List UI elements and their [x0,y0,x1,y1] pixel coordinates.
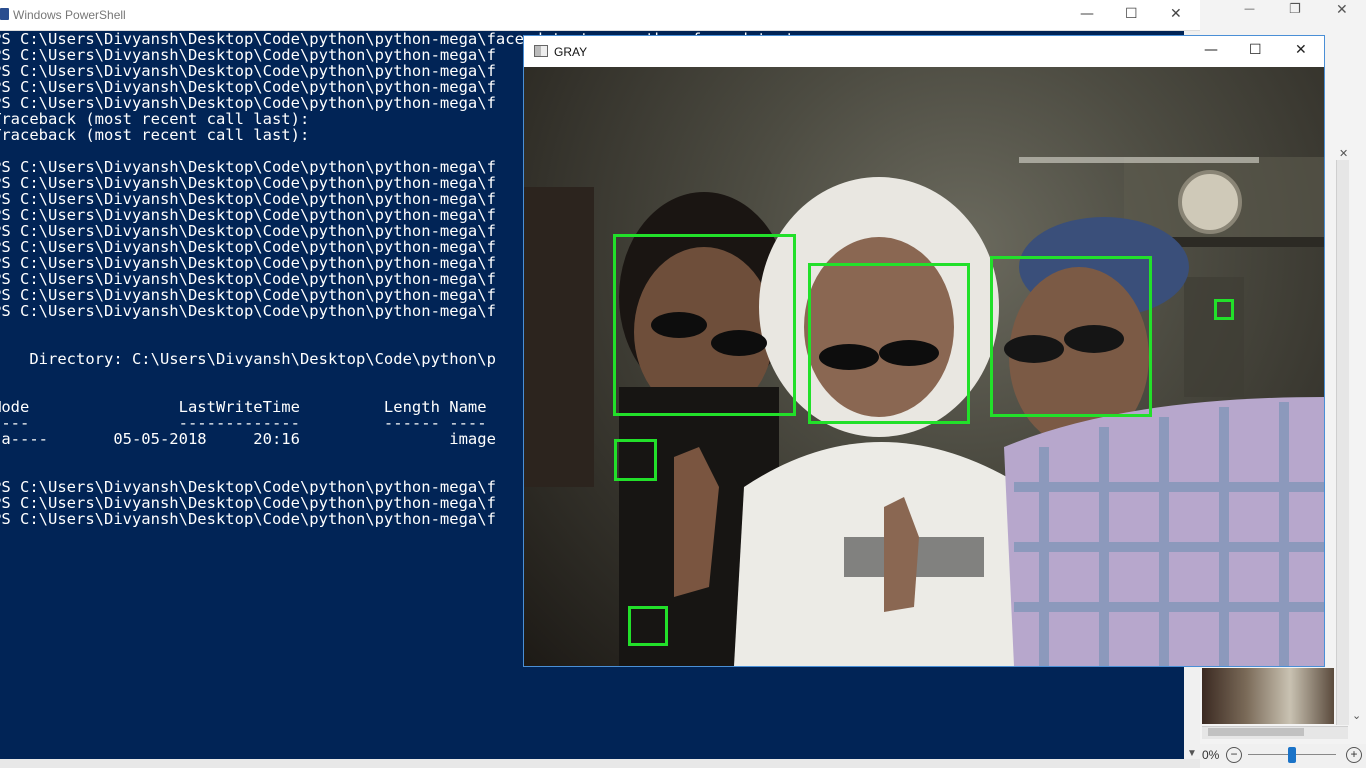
close-icon[interactable]: ✕ [1170,6,1182,22]
terminal-line: -a---- 05-05-2018 20:16 image [0,430,496,448]
terminal-line: PS C:\Users\Divyansh\Desktop\Code\python… [0,46,496,64]
powershell-icon [0,8,9,20]
terminal-line: Directory: C:\Users\Divyansh\Desktop\Cod… [0,350,496,368]
face-detection-box [613,234,796,416]
terminal-line: PS C:\Users\Divyansh\Desktop\Code\python… [0,510,496,528]
maximize-icon[interactable]: ☐ [1125,6,1138,22]
terminal-line: PS C:\Users\Divyansh\Desktop\Code\python… [0,222,496,240]
terminal-line: PS C:\Users\Divyansh\Desktop\Code\python… [0,174,496,192]
terminal-line: PS C:\Users\Divyansh\Desktop\Code\python… [0,78,496,96]
background-image-preview [1202,668,1334,724]
maximize-icon[interactable]: ☐ [1249,42,1262,58]
terminal-line: PS C:\Users\Divyansh\Desktop\Code\python… [0,190,496,208]
face-detection-box [1214,299,1234,320]
panel-close-icon[interactable]: ✕ [1339,147,1348,160]
terminal-line: PS C:\Users\Divyansh\Desktop\Code\python… [0,158,496,176]
window-icon [534,45,548,57]
terminal-line: PS C:\Users\Divyansh\Desktop\Code\python… [0,206,496,224]
zoom-out-icon[interactable]: − [1226,747,1242,763]
face-detection-box [614,439,657,481]
terminal-line: PS C:\Users\Divyansh\Desktop\Code\python… [0,270,496,288]
zoom-slider-knob[interactable] [1288,747,1296,763]
terminal-line: PS C:\Users\Divyansh\Desktop\Code\python… [0,62,496,80]
terminal-line: Traceback (most recent call last): [0,126,310,144]
chevron-down-icon[interactable]: ⌄ [1352,709,1361,722]
terminal-line: Traceback (most recent call last): [0,110,310,128]
vertical-scrollbar[interactable] [1336,160,1349,725]
minimize-icon[interactable]: — [1244,2,1255,15]
gray-window: GRAY — ☐ ✕ [523,35,1325,667]
face-detection-box [628,606,668,646]
zoom-in-icon[interactable]: + [1346,747,1362,763]
scrollbar-thumb[interactable] [1208,728,1304,736]
close-icon[interactable]: ✕ [1336,2,1348,18]
terminal-line: PS C:\Users\Divyansh\Desktop\Code\python… [0,302,496,320]
window-title: Windows PowerShell [13,8,126,22]
face-detection-box [990,256,1152,417]
close-icon[interactable]: ✕ [1295,42,1307,58]
powershell-titlebar[interactable]: Windows PowerShell — ☐ ✕ [0,0,1200,31]
face-detection-box [808,263,970,424]
terminal-line: PS C:\Users\Divyansh\Desktop\Code\python… [0,94,496,112]
terminal-line: Mode LastWriteTime Length Name [0,398,487,416]
zoom-level: 0% [1202,748,1220,762]
terminal-line: PS C:\Users\Divyansh\Desktop\Code\python… [0,238,496,256]
terminal-line: PS C:\Users\Divyansh\Desktop\Code\python… [0,494,496,512]
terminal-line: PS C:\Users\Divyansh\Desktop\Code\python… [0,254,496,272]
minimize-icon[interactable]: — [1204,42,1218,58]
gray-window-title: GRAY [554,45,588,59]
taskbar-strip [0,759,1200,768]
zoom-bar: 0% − + [1200,744,1366,768]
terminal-line: PS C:\Users\Divyansh\Desktop\Code\python… [0,478,496,496]
terminal-line: ---- ------------- ------ ---- [0,414,487,432]
detection-image [524,67,1324,666]
gray-titlebar[interactable]: GRAY — ☐ ✕ [524,36,1324,67]
scroll-down-icon[interactable]: ▼ [1187,748,1197,759]
restore-icon[interactable]: ❐ [1289,2,1301,17]
minimize-icon[interactable]: — [1080,6,1094,22]
terminal-line: PS C:\Users\Divyansh\Desktop\Code\python… [0,286,496,304]
